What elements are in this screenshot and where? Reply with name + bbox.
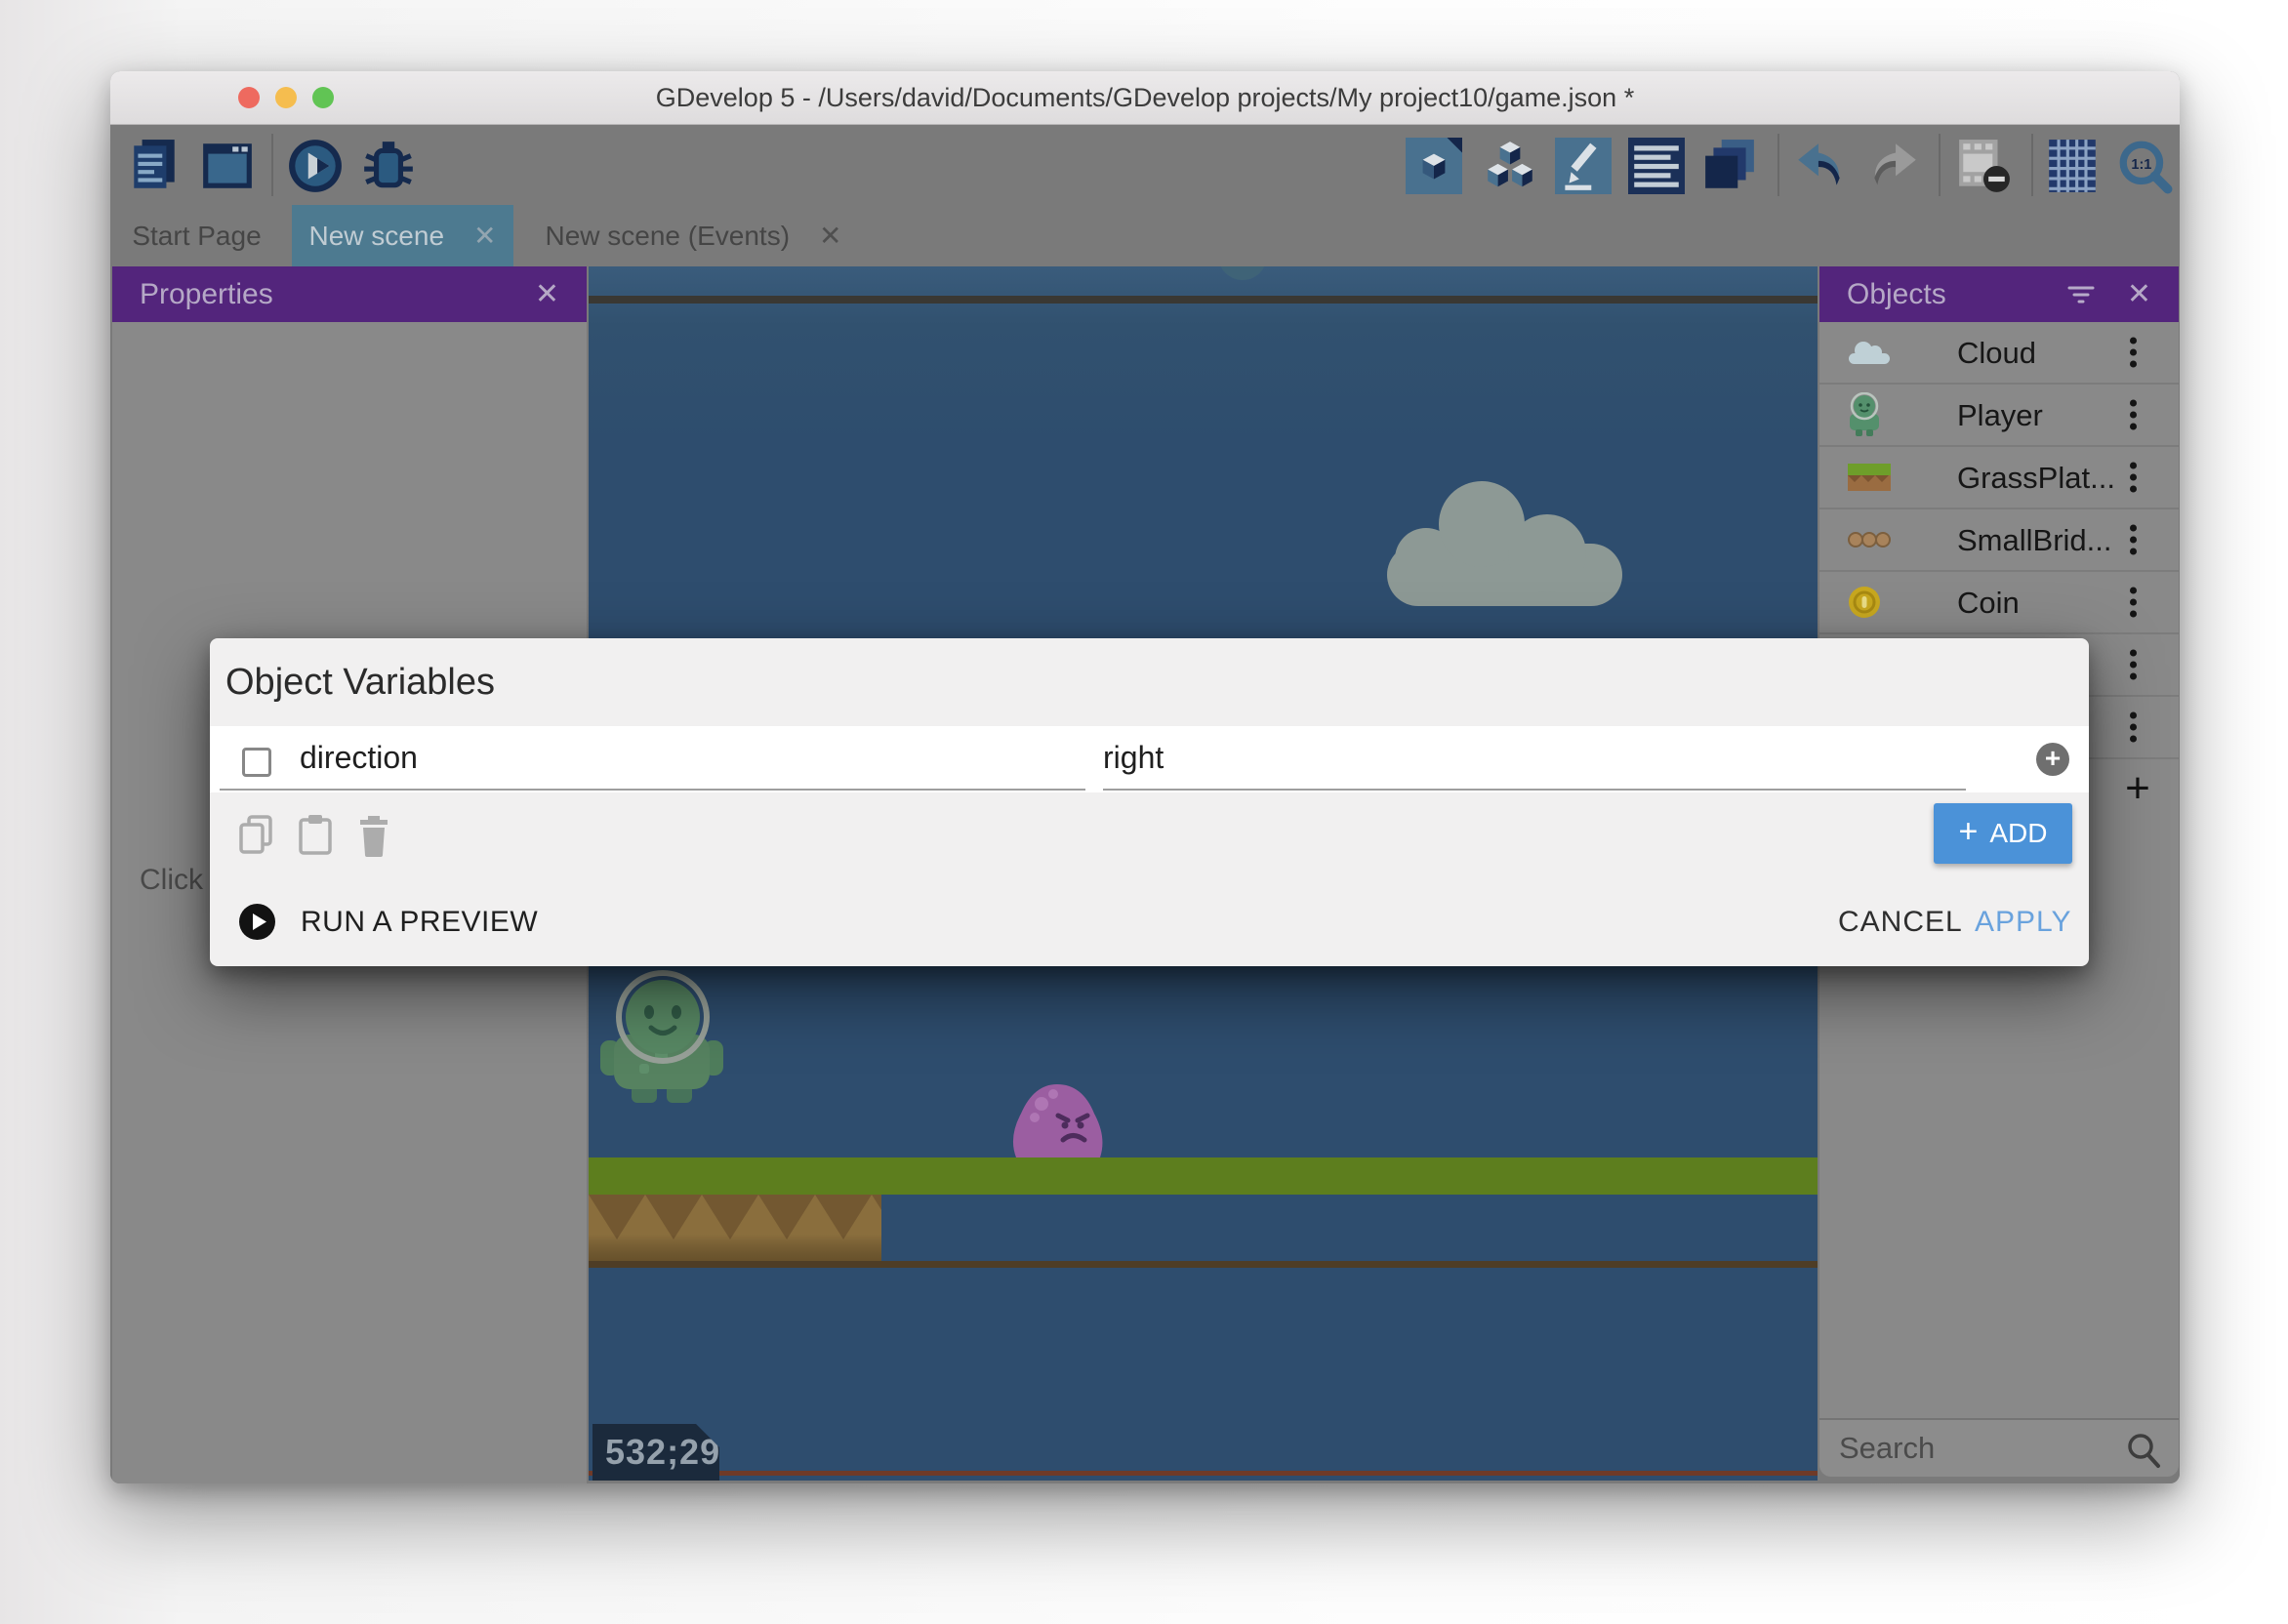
- variable-checkbox[interactable]: [242, 748, 271, 777]
- variable-name-input[interactable]: [300, 726, 983, 789]
- close-panel-icon[interactable]: ✕: [535, 266, 559, 322]
- instances-list-icon[interactable]: [1628, 138, 1685, 194]
- render-mask-icon[interactable]: [1955, 138, 2012, 194]
- tab-new-scene[interactable]: New scene ✕: [292, 205, 513, 266]
- scene-boundary-line: [589, 296, 1818, 304]
- object-label: Player: [1957, 385, 2043, 447]
- variable-value-input[interactable]: [1103, 726, 1786, 789]
- object-menu-icon[interactable]: [2130, 400, 2137, 430]
- object-label: Cloud: [1957, 322, 2036, 385]
- object-row-grassplatform[interactable]: GrassPlat...: [1819, 447, 2179, 509]
- add-button-label: ADD: [1989, 818, 2047, 849]
- object-row-cloud[interactable]: Cloud: [1819, 322, 2179, 385]
- toolbar-separator: [271, 134, 273, 196]
- start-page-icon[interactable]: [199, 138, 256, 194]
- object-label: Coin: [1957, 572, 2020, 634]
- app-window: GDevelop 5 - /Users/david/Documents/GDev…: [110, 71, 2180, 1483]
- main-toolbar: 1:1: [110, 126, 2180, 205]
- project-manager-icon[interactable]: [126, 138, 183, 194]
- platform-bottom-edge: [589, 1261, 1818, 1268]
- tab-label: New scene: [309, 221, 445, 252]
- cloud-object-icon: [1847, 338, 1892, 367]
- title-bar: GDevelop 5 - /Users/david/Documents/GDev…: [110, 71, 2180, 125]
- bubble-instance[interactable]: [1218, 266, 1267, 280]
- object-row-smallbridge[interactable]: SmallBrid...: [1819, 509, 2179, 572]
- properties-panel-header: Properties ✕: [112, 266, 587, 322]
- apply-button[interactable]: APPLY: [1975, 904, 2051, 940]
- object-menu-icon[interactable]: [2130, 525, 2137, 555]
- undo-icon[interactable]: [1792, 138, 1849, 194]
- copy-icon[interactable]: [237, 814, 274, 857]
- window-title: GDevelop 5 - /Users/david/Documents/GDev…: [110, 71, 2180, 125]
- play-preview-icon[interactable]: [287, 138, 344, 194]
- tab-strip: Start Page New scene ✕ New scene (Events…: [110, 205, 2180, 266]
- cursor-coordinates-badge: 532;293: [592, 1424, 719, 1481]
- plus-icon: +: [1959, 813, 1979, 851]
- add-object-icon[interactable]: +: [2116, 759, 2159, 822]
- coin-object-icon: [1847, 585, 1882, 620]
- object-label: SmallBrid...: [1957, 509, 2111, 572]
- close-tab-icon[interactable]: ✕: [819, 220, 841, 252]
- player-instance[interactable]: [598, 970, 725, 1103]
- object-menu-icon[interactable]: [2130, 338, 2137, 368]
- object-row-coin[interactable]: Coin: [1819, 572, 2179, 634]
- layers-icon[interactable]: [1701, 138, 1758, 194]
- tab-label: Start Page: [132, 221, 261, 252]
- filter-icon[interactable]: [2067, 285, 2095, 304]
- cloud-instance[interactable]: [1379, 473, 1630, 615]
- tab-new-scene-events[interactable]: New scene (Events) ✕: [536, 205, 851, 266]
- zoom-1-1-icon[interactable]: 1:1: [2116, 138, 2173, 194]
- grass-platform[interactable]: [589, 1157, 1818, 1195]
- object-menu-icon[interactable]: [2130, 463, 2137, 493]
- objects-search-input[interactable]: [1819, 1420, 2179, 1477]
- delete-icon[interactable]: [355, 814, 392, 857]
- tab-start-page[interactable]: Start Page: [128, 205, 266, 266]
- svg-text:1:1: 1:1: [2131, 157, 2151, 173]
- small-bridge-object-icon: [1847, 531, 1892, 548]
- panel-title: Objects: [1847, 266, 1946, 322]
- variable-row: +: [210, 726, 2089, 792]
- objects-panel-header: Objects ✕: [1819, 266, 2179, 322]
- player-object-icon: [1847, 392, 1882, 437]
- cancel-button[interactable]: CANCEL: [1838, 904, 1937, 940]
- name-input-underline: [220, 789, 1085, 791]
- value-input-underline: [1103, 789, 1966, 791]
- run-preview-label: RUN A PREVIEW: [301, 906, 538, 939]
- grass-platform-object-icon: [1847, 462, 1892, 493]
- dirt-platform[interactable]: [589, 1195, 881, 1261]
- object-groups-icon[interactable]: [1482, 138, 1538, 194]
- properties-icon[interactable]: [1555, 138, 1612, 194]
- paste-icon[interactable]: [297, 814, 334, 857]
- add-variable-button[interactable]: + ADD: [1934, 803, 2072, 864]
- toolbar-separator: [1939, 134, 1941, 196]
- scene-bottom-line: [589, 1471, 1818, 1476]
- object-menu-icon[interactable]: [2130, 650, 2137, 680]
- panel-title: Properties: [140, 266, 273, 322]
- tab-label: New scene (Events): [545, 221, 790, 252]
- object-variables-dialog: Object Variables + +: [210, 638, 2089, 966]
- close-tab-icon[interactable]: ✕: [473, 220, 496, 252]
- objects-search-box: [1819, 1418, 2179, 1477]
- play-icon: [239, 904, 275, 940]
- redo-icon[interactable]: [1865, 138, 1922, 194]
- object-row-player[interactable]: Player: [1819, 385, 2179, 447]
- debug-icon[interactable]: [360, 138, 417, 194]
- dialog-title: Object Variables: [225, 662, 495, 704]
- object-label: GrassPlat...: [1957, 447, 2115, 509]
- object-menu-icon[interactable]: [2130, 712, 2137, 743]
- search-icon: [2126, 1432, 2161, 1469]
- close-panel-icon[interactable]: ✕: [2127, 266, 2151, 322]
- object-menu-icon[interactable]: [2130, 588, 2137, 618]
- toolbar-separator: [2031, 134, 2033, 196]
- add-child-variable-icon[interactable]: +: [2036, 743, 2069, 776]
- run-preview-button[interactable]: RUN A PREVIEW: [239, 904, 538, 940]
- objects-editor-icon[interactable]: [1406, 138, 1462, 194]
- enemy-instance[interactable]: [1008, 1076, 1107, 1157]
- toolbar-separator: [1777, 134, 1779, 196]
- grid-icon[interactable]: [2044, 138, 2101, 194]
